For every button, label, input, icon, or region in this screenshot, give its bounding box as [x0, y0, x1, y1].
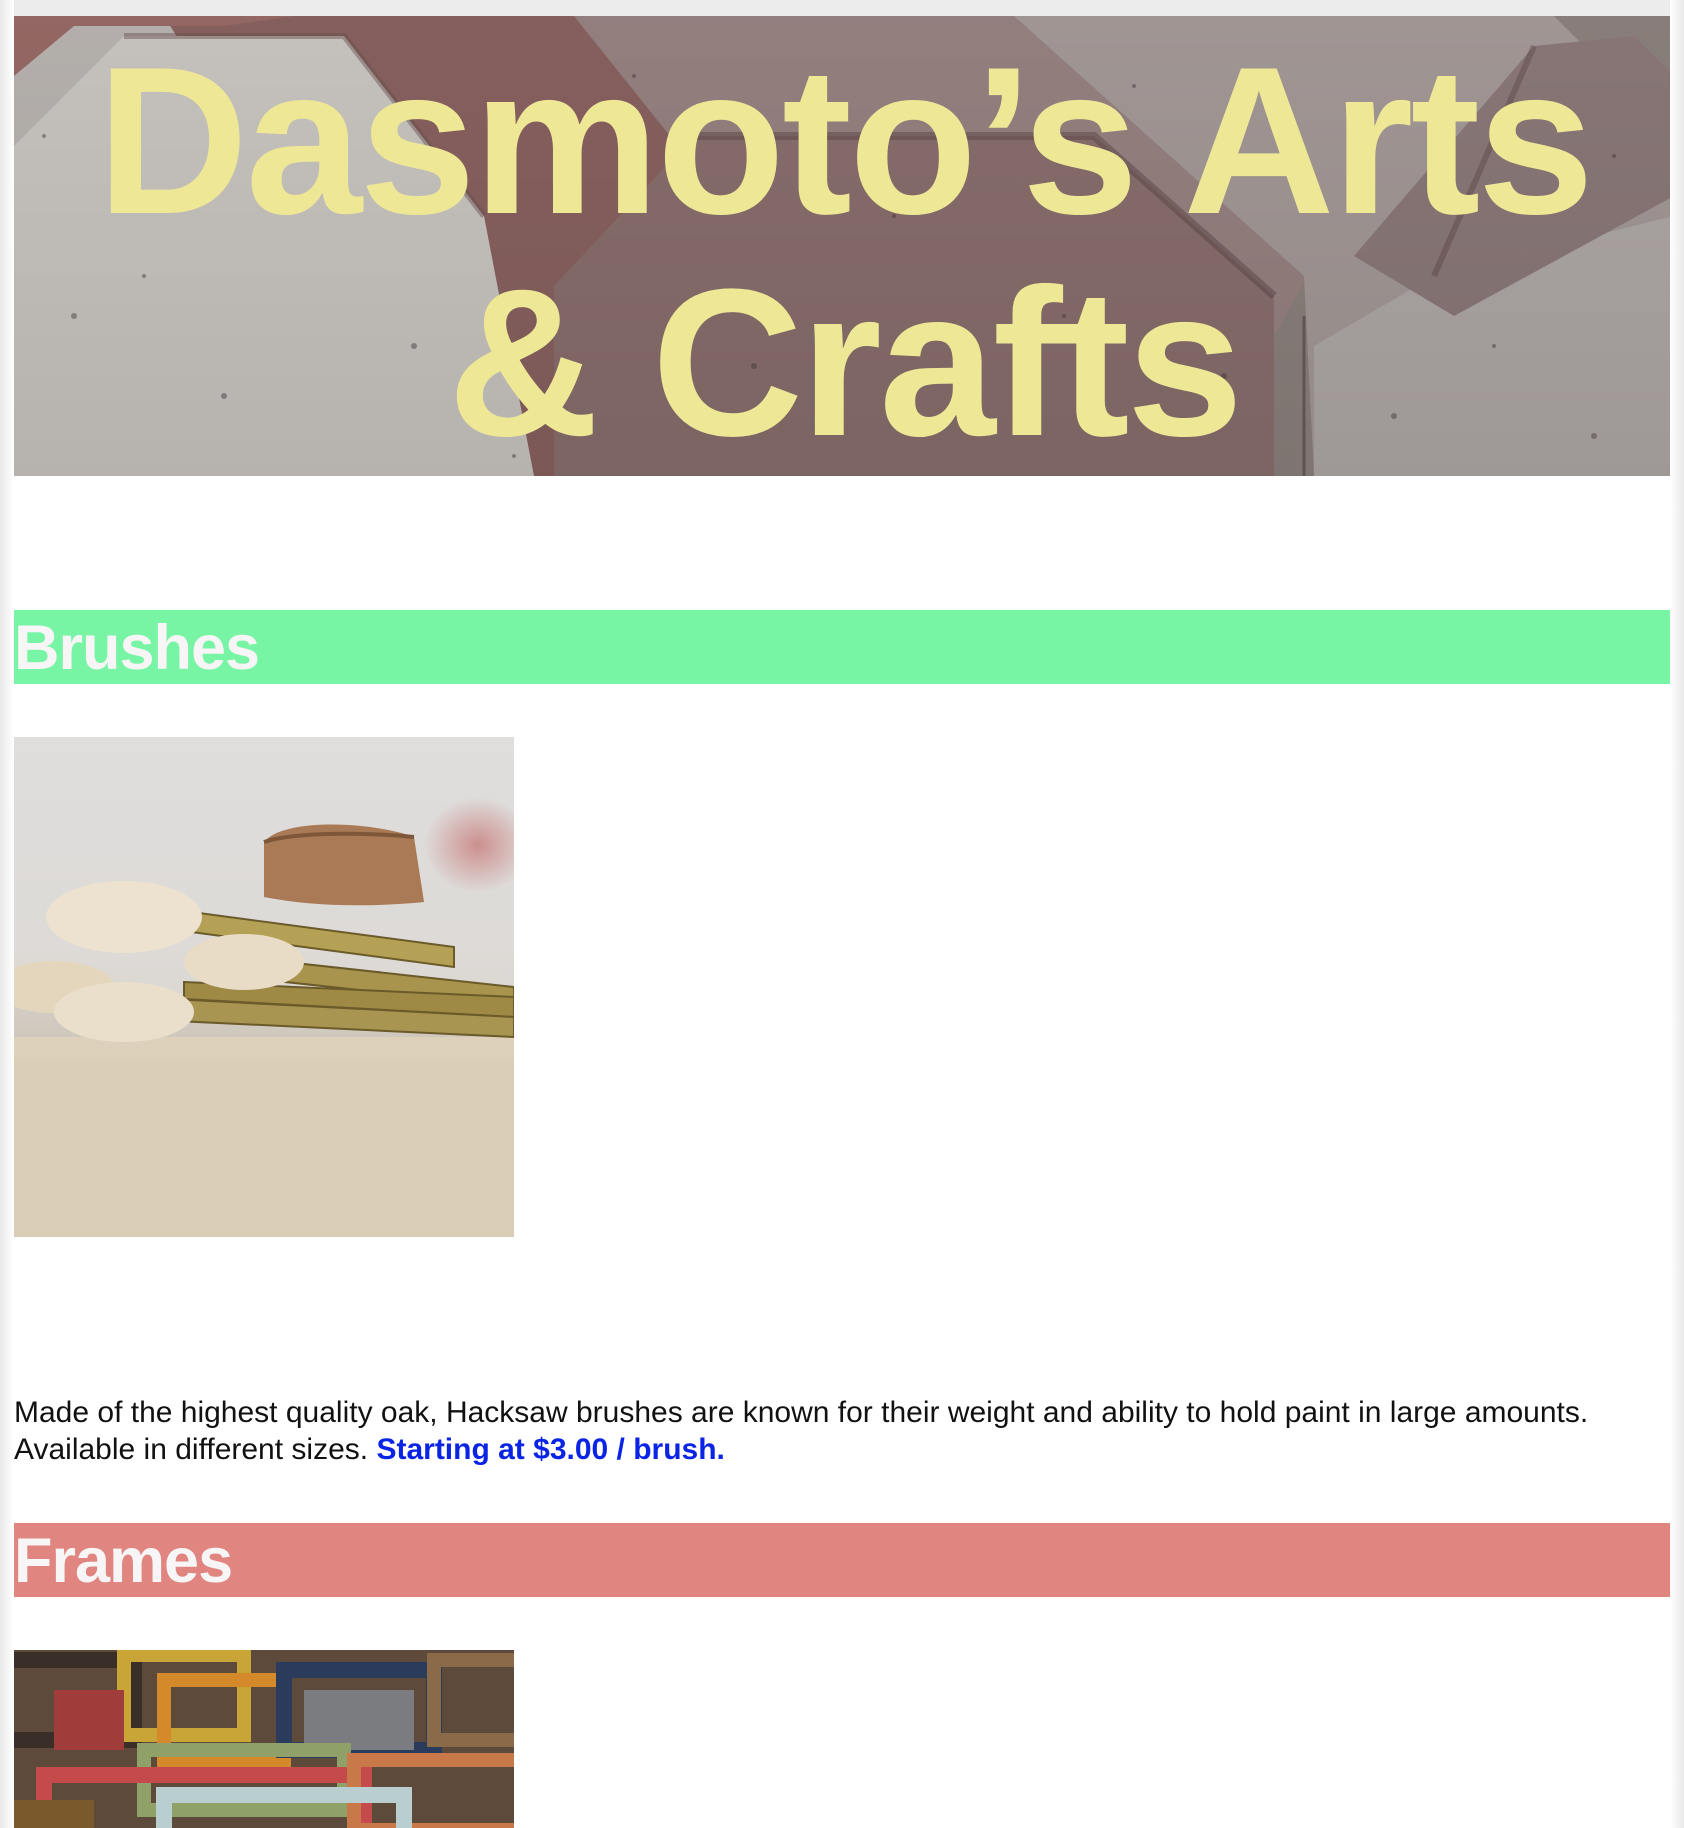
brushes-image: [14, 737, 514, 1237]
page-right-shadow: [1670, 0, 1684, 1828]
page-title: Dasmoto’s Arts & Crafts: [96, 23, 1594, 476]
picture-frames-photo: [14, 1650, 514, 1828]
window-top-edge: [0, 0, 1684, 16]
header-banner: Dasmoto’s Arts & Crafts: [14, 16, 1674, 476]
page-left-shadow: [0, 0, 14, 1828]
brushes-price: Starting at $3.00 / brush.: [376, 1433, 725, 1466]
frames-heading: Frames: [14, 1523, 1674, 1597]
paint-brushes-photo: [14, 737, 514, 1237]
frames-image: [14, 1650, 514, 1828]
brushes-heading: Brushes: [14, 610, 1674, 684]
brushes-description: Made of the highest quality oak, Hacksaw…: [14, 1394, 1634, 1468]
brushes-description-text: Made of the highest quality oak, Hacksaw…: [14, 1396, 1589, 1466]
